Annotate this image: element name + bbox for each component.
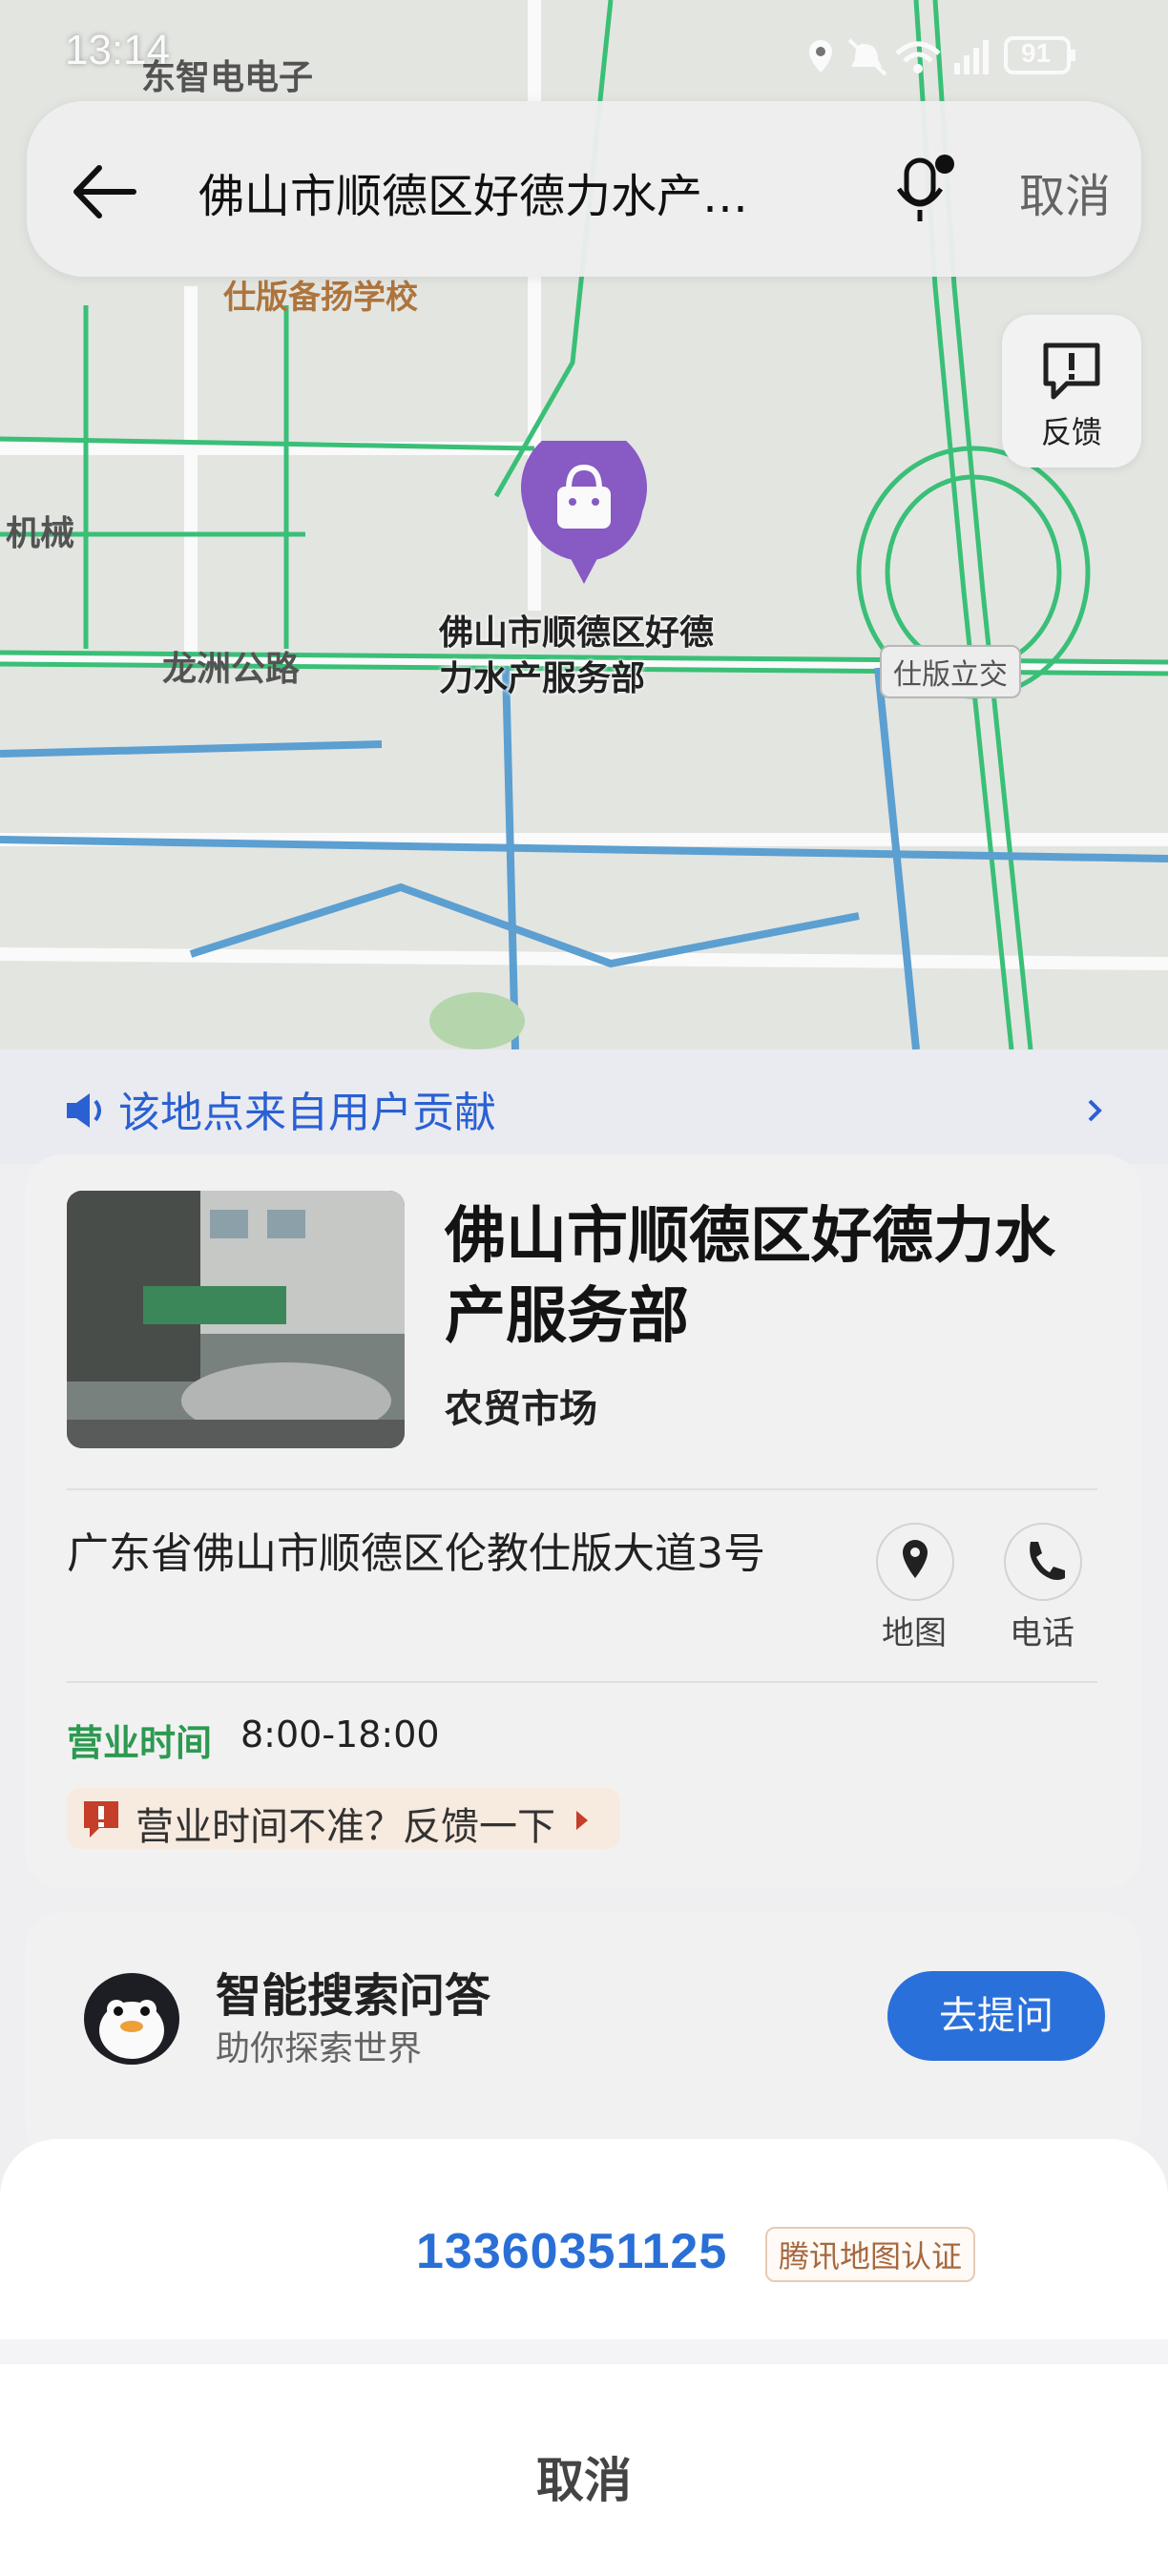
sheet-separator [0, 2339, 1168, 2364]
phone-number[interactable]: 13360351125 [416, 2223, 727, 2280]
certification-badge: 腾讯地图认证 [765, 2227, 976, 2282]
sheet-cancel-button[interactable]: 取消 [0, 2442, 1168, 2511]
